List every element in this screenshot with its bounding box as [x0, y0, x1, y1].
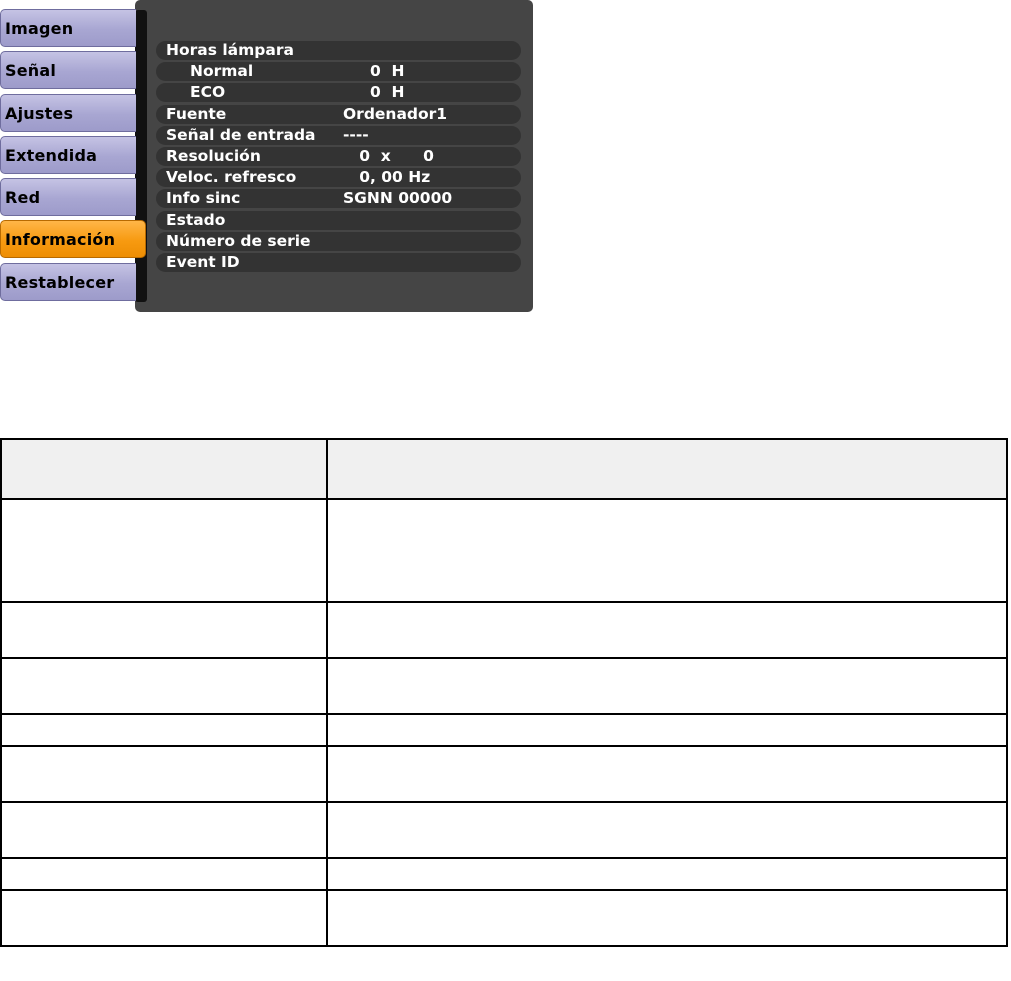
table-cell	[326, 857, 1008, 891]
table-cell	[0, 857, 328, 891]
row-value: 0 H	[343, 62, 405, 81]
row-veloc-refresco: Veloc. refresco 0, 00 Hz	[156, 168, 521, 188]
row-label: Resolución	[166, 146, 261, 165]
table-row	[0, 801, 1008, 859]
row-horas-lampara: Horas lámpara	[156, 41, 521, 60]
table-cell	[0, 498, 328, 603]
row-label: Estado	[166, 210, 226, 229]
row-label: ECO	[190, 83, 226, 102]
table-row	[0, 745, 1008, 803]
info-table	[0, 438, 1008, 947]
row-eco: ECO 0 H	[156, 83, 521, 103]
table-cell	[326, 601, 1008, 659]
row-value: SGNN 00000	[343, 189, 453, 208]
table-cell	[0, 657, 328, 715]
row-senal-entrada: Señal de entrada ----	[156, 125, 521, 145]
tab-senal[interactable]: Señal	[0, 51, 136, 90]
tab-red[interactable]: Red	[0, 178, 136, 217]
row-label: Event ID	[166, 252, 240, 271]
projector-menu: Imagen Señal Ajustes Extendida Red Infor…	[0, 0, 540, 316]
info-rows: Horas lámpara Normal 0 H ECO 0 H Fuente …	[156, 41, 521, 274]
row-normal: Normal 0 H	[156, 62, 521, 82]
table-cell	[326, 889, 1008, 947]
tab-restablecer[interactable]: Restablecer	[0, 262, 136, 301]
row-estado: Estado	[156, 210, 521, 230]
row-label: Horas lámpara	[166, 41, 294, 59]
table-cell	[0, 601, 328, 659]
row-info-sinc: Info sinc SGNN 00000	[156, 189, 521, 209]
table-cell	[0, 745, 328, 803]
table-cell	[326, 498, 1008, 603]
row-label: Número de serie	[166, 231, 311, 250]
row-value: ----	[343, 125, 369, 144]
tab-ajustes[interactable]: Ajustes	[0, 93, 136, 132]
table-row	[0, 657, 1008, 715]
row-label: Normal	[190, 62, 254, 81]
table-cell	[326, 657, 1008, 715]
row-label: Fuente	[166, 104, 227, 123]
table-row	[0, 889, 1008, 947]
row-numero-serie: Número de serie	[156, 231, 521, 251]
table-header-setting	[0, 438, 328, 500]
tab-informacion[interactable]: Información	[0, 220, 146, 259]
table-header-description	[326, 438, 1008, 500]
tab-imagen[interactable]: Imagen	[0, 9, 136, 47]
table-cell	[326, 801, 1008, 859]
table-cell	[326, 745, 1008, 803]
table-cell	[0, 713, 328, 747]
row-value: 0, 00 Hz	[343, 168, 431, 187]
row-resolucion: Resolución 0 x 0	[156, 146, 521, 166]
row-label: Señal de entrada	[166, 125, 316, 144]
tab-extendida[interactable]: Extendida	[0, 135, 136, 174]
table-cell	[326, 713, 1008, 747]
row-value: 0 H	[343, 83, 405, 102]
row-label: Veloc. refresco	[166, 168, 297, 187]
row-value: 0 x 0	[343, 146, 434, 165]
row-value: Ordenador1	[343, 104, 448, 123]
table-header-row	[0, 438, 1008, 500]
table-row	[0, 601, 1008, 659]
table-cell	[0, 801, 328, 859]
table-row	[0, 498, 1008, 603]
row-event-id: Event ID	[156, 252, 521, 272]
row-fuente: Fuente Ordenador1	[156, 104, 521, 124]
menu-tabs: Imagen Señal Ajustes Extendida Red Infor…	[0, 9, 146, 305]
table-row	[0, 713, 1008, 747]
table-cell	[0, 889, 328, 947]
row-label: Info sinc	[166, 189, 241, 208]
table-row	[0, 857, 1008, 891]
